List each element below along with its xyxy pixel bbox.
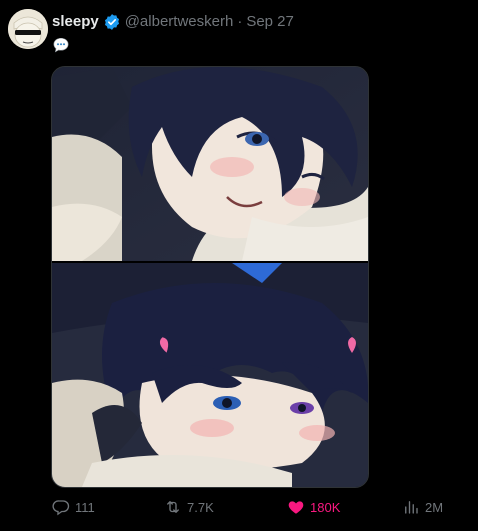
media-grid[interactable]	[51, 66, 369, 488]
speech-balloon-icon	[53, 37, 69, 53]
verified-badge-icon	[104, 14, 119, 30]
reply-button[interactable]: 111	[52, 498, 95, 516]
tweet-header: sleepy @albertweskerh · Sep 27	[52, 12, 294, 32]
media-image-2[interactable]	[52, 263, 368, 487]
like-button[interactable]: 180K	[287, 498, 340, 516]
tweet-date[interactable]: Sep 27	[246, 12, 294, 32]
reply-count: 111	[75, 499, 95, 515]
views-count: 2M	[425, 499, 444, 515]
author-name[interactable]: sleepy	[52, 12, 99, 32]
bar-chart-icon	[405, 501, 418, 514]
views-button[interactable]: 2M	[402, 498, 443, 516]
reply-icon	[52, 500, 70, 516]
media-image-1[interactable]	[52, 67, 368, 261]
avatar[interactable]	[8, 9, 48, 49]
like-count: 180K	[310, 499, 341, 515]
retweet-button[interactable]: 7.7K	[164, 498, 214, 516]
retweet-count: 7.7K	[187, 499, 214, 515]
tweet-text	[52, 36, 70, 60]
tweet-actions: 111 7.7K 180K 2M	[52, 498, 452, 520]
tweet: sleepy @albertweskerh · Sep 27 111 7.7K …	[0, 0, 478, 531]
avatar-image	[8, 9, 48, 49]
retweet-icon	[167, 501, 179, 513]
heart-icon	[288, 501, 304, 514]
author-handle[interactable]: @albertweskerh	[125, 12, 234, 32]
date-separator: ·	[237, 13, 243, 30]
